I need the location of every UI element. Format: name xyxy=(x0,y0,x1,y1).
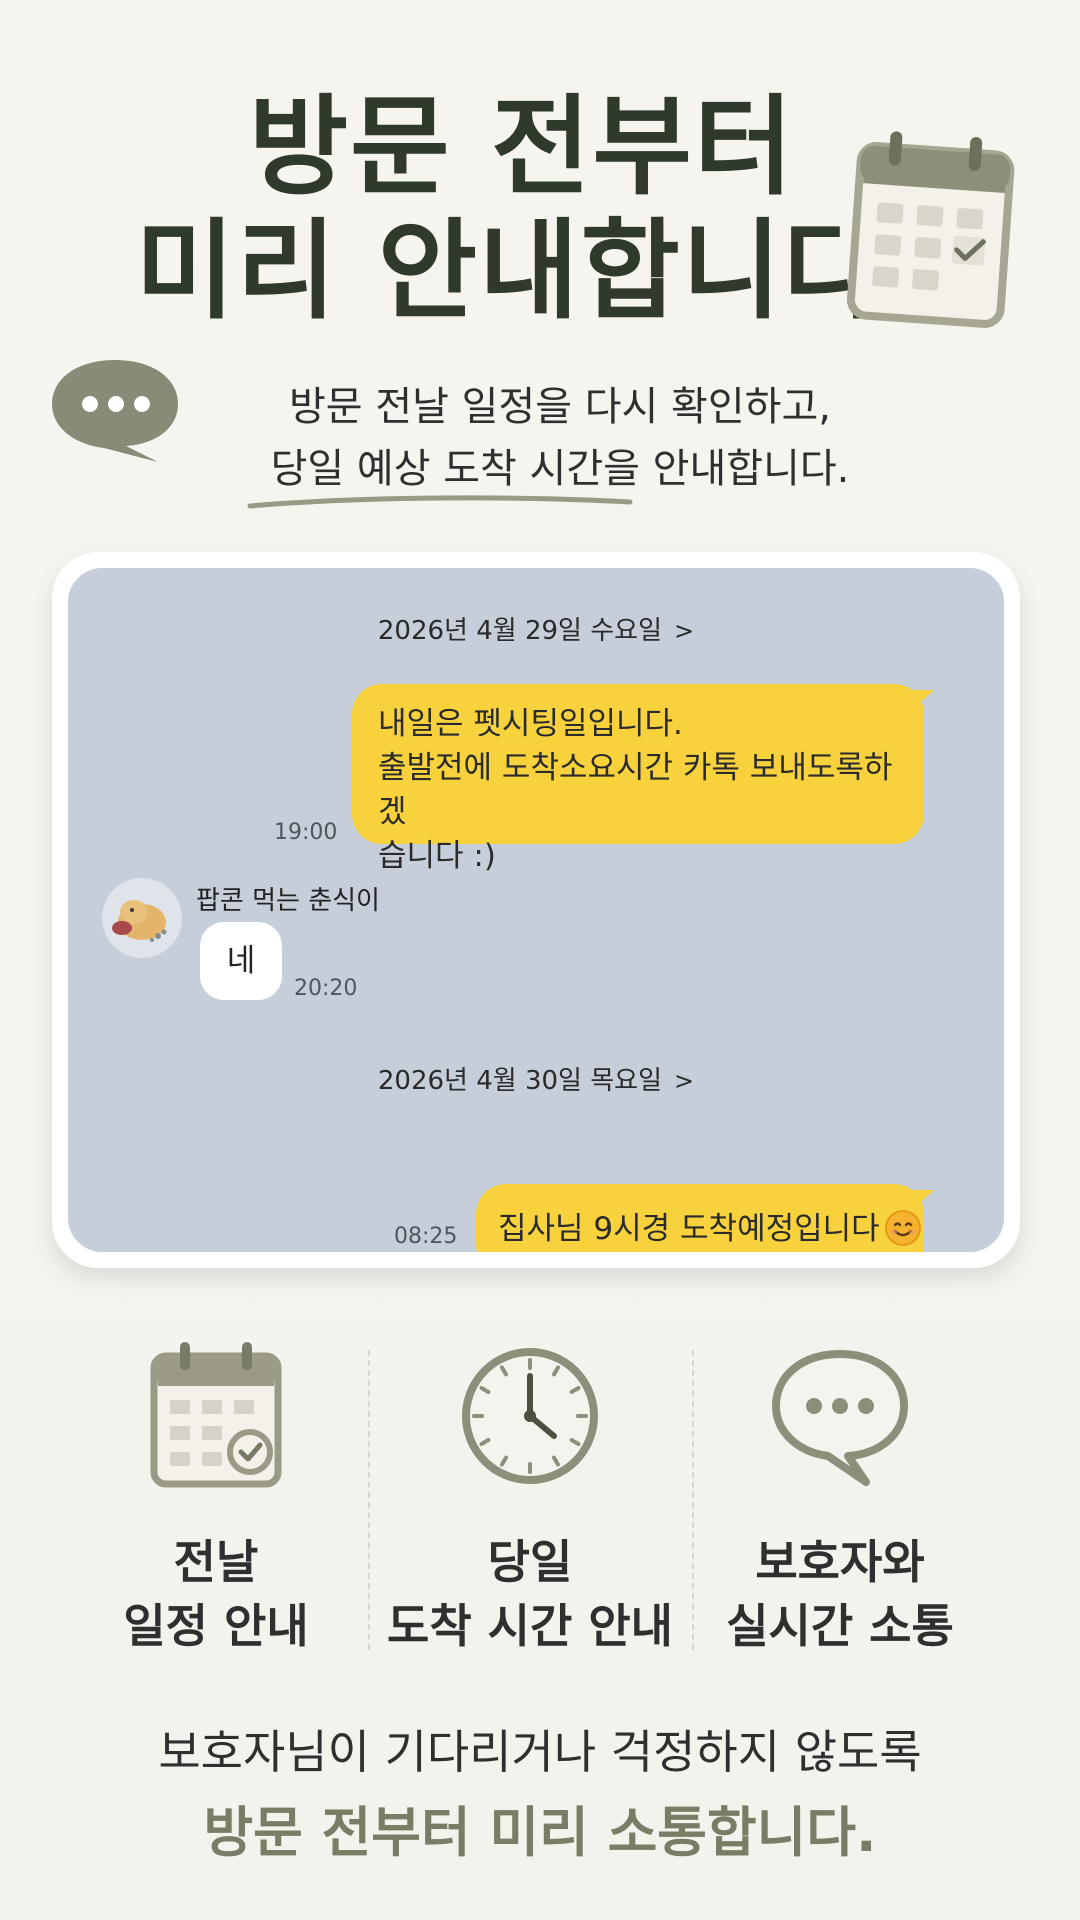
avatar[interactable] xyxy=(102,878,182,958)
message-1-time: 19:00 xyxy=(274,820,338,845)
chat-bubble-icon xyxy=(772,1350,908,1486)
feature-day-before: 전날 일정 안내 xyxy=(56,1340,376,1653)
page: 방문 전부터 미리 안내합니다 방문 전날 일정을 다시 확인하고, 당일 예상… xyxy=(0,0,1080,1920)
feature-1-line-1: 전날 xyxy=(173,1535,259,1589)
chevron-right-icon: > xyxy=(674,1067,695,1095)
message-2-text: 집사님 9시경 도착예정입니다 xyxy=(498,1211,880,1247)
feature-2-line-1: 당일 xyxy=(487,1535,573,1589)
sender-name: 팝콘 먹는 춘식이 xyxy=(196,886,380,916)
subtitle-line-2: 당일 예상 도착 시간을 안내합니다. xyxy=(270,446,850,492)
incoming-message[interactable]: 네 xyxy=(200,922,282,1000)
calendar-icon xyxy=(846,131,1015,328)
outgoing-message-1[interactable]: 내일은 펫시팅일입니다. 출발전에 도착소요시간 카톡 보내도록하겠 습니다 :… xyxy=(352,684,934,874)
chat-area: 2026년 4월 29일 수요일 > 내일은 펫시팅일입니다. 출발전에 도착소요… xyxy=(68,568,1004,1252)
feature-3-line-2: 실시간 소통 xyxy=(726,1599,954,1653)
calendar-check-icon xyxy=(150,1342,282,1488)
clock-icon xyxy=(462,1348,598,1484)
feature-3-line-1: 보호자와 xyxy=(755,1535,925,1589)
message-2-time: 08:25 xyxy=(394,1224,458,1249)
message-1-line-2: 출발전에 도착소요시간 카톡 보내도록하겠 xyxy=(378,750,893,830)
date-separator-1[interactable]: 2026년 4월 29일 수요일 > xyxy=(68,610,1004,647)
outgoing-message-2[interactable]: 집사님 9시경 도착예정입니다 xyxy=(476,1184,934,1252)
footer-line-1: 보호자님이 기다리거나 걱정하지 않도록 xyxy=(158,1725,922,1779)
feature-2-line-2: 도착 시간 안내 xyxy=(387,1599,673,1653)
date-separator-2[interactable]: 2026년 4월 30일 목요일 > xyxy=(68,1060,1004,1097)
feature-1-line-2: 일정 안내 xyxy=(123,1599,309,1653)
footer: 보호자님이 기다리거나 걱정하지 않도록 방문 전부터 미리 소통합니다. xyxy=(0,1720,1080,1868)
smile-emoji-icon xyxy=(884,1209,921,1246)
features-row: 전날 일정 안내 당일 도착 시간 안내 보호자와 실시간 소통 xyxy=(0,1340,1080,1653)
chevron-right-icon: > xyxy=(674,617,695,645)
chat-screenshot-card: 2026년 4월 29일 수요일 > 내일은 펫시팅일입니다. 출발전에 도착소요… xyxy=(52,552,1020,1268)
feature-realtime-chat: 보호자와 실시간 소통 xyxy=(680,1340,1000,1653)
speech-bubble-icon xyxy=(52,360,178,462)
date-text-1: 2026년 4월 29일 수요일 xyxy=(377,616,662,646)
date-text-2: 2026년 4월 30일 목요일 xyxy=(377,1066,662,1096)
feature-arrival-time: 당일 도착 시간 안내 xyxy=(370,1340,690,1653)
feature-label: 전날 일정 안내 xyxy=(56,1530,376,1658)
reply-time: 20:20 xyxy=(294,976,358,1001)
footer-line-2: 방문 전부터 미리 소통합니다. xyxy=(203,1801,877,1864)
feature-label: 보호자와 실시간 소통 xyxy=(680,1530,1000,1658)
subtitle-underline xyxy=(247,495,633,509)
message-1-line-1: 내일은 펫시팅일입니다. xyxy=(378,706,683,742)
subtitle-line-1: 방문 전날 일정을 다시 확인하고, xyxy=(289,384,831,430)
chunsik-avatar-icon xyxy=(112,900,167,942)
message-1-line-3: 습니다 :) xyxy=(378,838,496,874)
subtitle: 방문 전날 일정을 다시 확인하고, 당일 예상 도착 시간을 안내합니다. xyxy=(210,376,910,500)
feature-label: 당일 도착 시간 안내 xyxy=(370,1530,690,1658)
